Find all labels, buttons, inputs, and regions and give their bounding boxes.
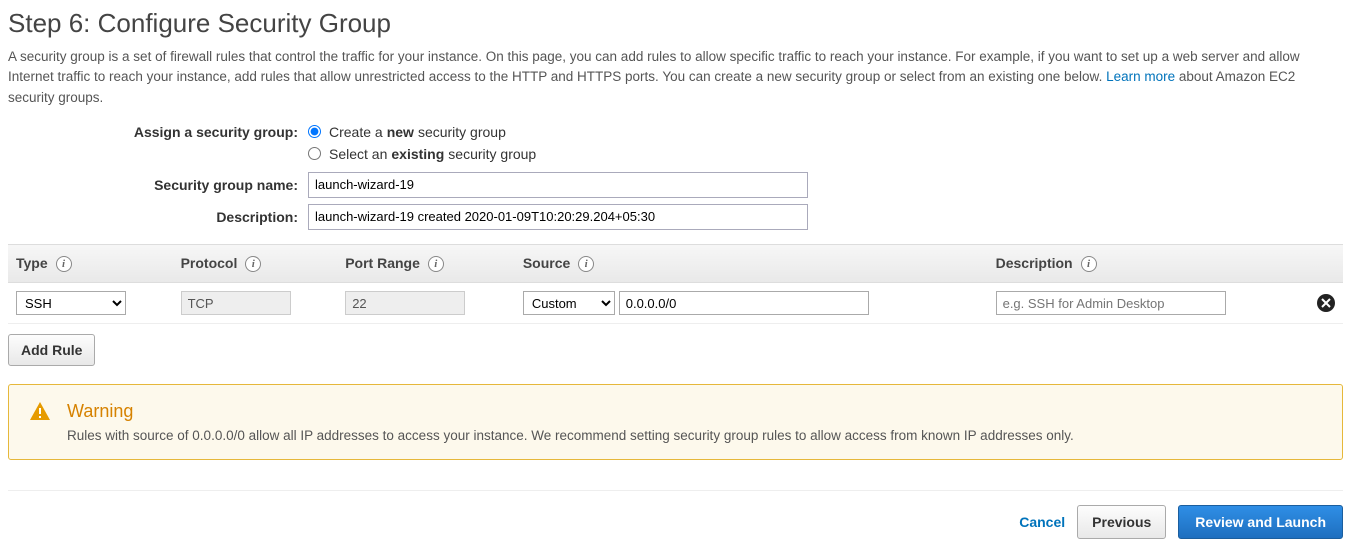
warning-text: Rules with source of 0.0.0.0/0 allow all…: [67, 428, 1074, 443]
radio-create-bold: new: [387, 124, 414, 140]
sg-desc-input[interactable]: [308, 204, 808, 230]
warning-title: Warning: [67, 401, 1074, 422]
rule-port-input: [345, 291, 465, 315]
th-protocol-text: Protocol: [181, 255, 238, 271]
info-icon[interactable]: i: [578, 256, 594, 272]
radio-create-post: security group: [418, 124, 506, 140]
th-port: Port Range i: [337, 244, 515, 282]
rule-row: SSH Custom: [8, 283, 1343, 324]
rule-source-value-input[interactable]: [619, 291, 869, 315]
page-intro: A security group is a set of firewall ru…: [8, 47, 1343, 108]
radio-create-pre: Create a: [329, 124, 383, 140]
radio-create-input[interactable]: [308, 125, 321, 138]
th-type-text: Type: [16, 255, 48, 271]
th-type: Type i: [8, 244, 173, 282]
review-launch-button[interactable]: Review and Launch: [1178, 505, 1343, 539]
footer-bar: Cancel Previous Review and Launch: [8, 490, 1343, 539]
sg-desc-label: Description:: [8, 209, 308, 225]
radio-select-input[interactable]: [308, 147, 321, 160]
rule-protocol-input: [181, 291, 291, 315]
radio-select-bold: existing: [391, 146, 444, 162]
th-source: Source i: [515, 244, 988, 282]
th-description: Description i: [988, 244, 1309, 282]
info-icon[interactable]: i: [428, 256, 444, 272]
learn-more-link[interactable]: Learn more: [1106, 69, 1175, 84]
remove-rule-icon[interactable]: [1317, 294, 1335, 312]
th-description-text: Description: [996, 255, 1073, 271]
th-source-text: Source: [523, 255, 570, 271]
radio-select-pre: Select an: [329, 146, 387, 162]
warning-box: Warning Rules with source of 0.0.0.0/0 a…: [8, 384, 1343, 460]
previous-button[interactable]: Previous: [1077, 505, 1166, 539]
cancel-link[interactable]: Cancel: [1019, 514, 1065, 530]
radio-select-post: security group: [448, 146, 536, 162]
rule-source-mode-select[interactable]: Custom: [523, 291, 615, 315]
assign-label: Assign a security group:: [8, 124, 308, 140]
page-title: Step 6: Configure Security Group: [8, 8, 1343, 39]
th-protocol: Protocol i: [173, 244, 338, 282]
sg-name-label: Security group name:: [8, 177, 308, 193]
add-rule-button[interactable]: Add Rule: [8, 334, 95, 366]
sg-name-input[interactable]: [308, 172, 808, 198]
radio-create-new[interactable]: Create a new security group: [308, 124, 506, 140]
rule-description-input[interactable]: [996, 291, 1226, 315]
th-port-text: Port Range: [345, 255, 420, 271]
info-icon[interactable]: i: [56, 256, 72, 272]
warning-triangle-icon: [29, 401, 51, 424]
rule-type-select[interactable]: SSH: [16, 291, 126, 315]
rules-table: Type i Protocol i Port Range i Source i …: [8, 244, 1343, 324]
radio-select-existing[interactable]: Select an existing security group: [308, 146, 536, 162]
info-icon[interactable]: i: [1081, 256, 1097, 272]
info-icon[interactable]: i: [245, 256, 261, 272]
